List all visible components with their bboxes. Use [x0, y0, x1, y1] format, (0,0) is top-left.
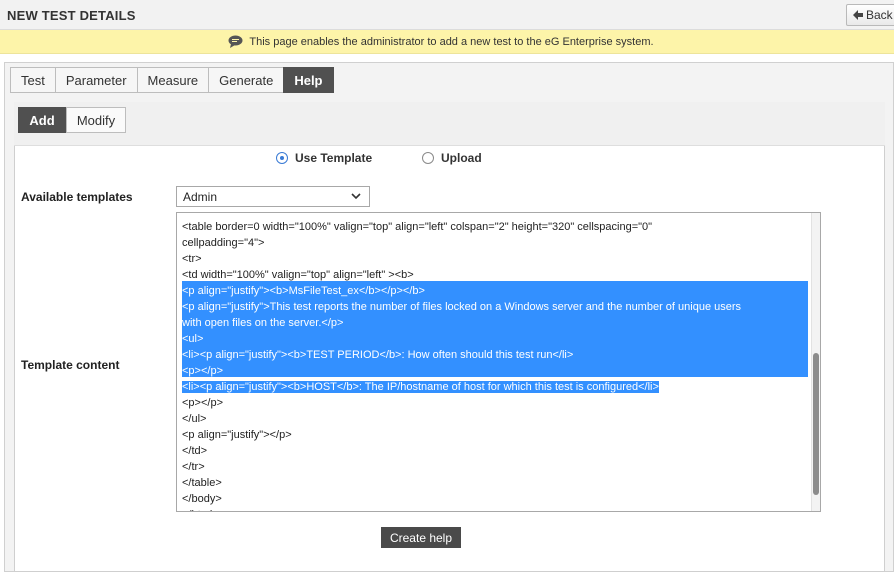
code-line: with open files on the server.</p>	[182, 315, 812, 331]
upload-label: Upload	[441, 151, 482, 165]
code-line: cellpadding="4">	[182, 235, 812, 251]
code-line-text: <p></p>	[182, 365, 223, 377]
code-line-text: <tr>	[182, 253, 202, 265]
code-line: <ul>	[182, 331, 812, 347]
subtab-modify[interactable]: Modify	[66, 107, 126, 133]
code-line: <table border=0 width="100%" valign="top…	[182, 219, 812, 235]
code-line-text: </tr>	[182, 461, 205, 473]
code-line: </ul>	[182, 411, 812, 427]
code-line-text: with open files on the server.</p>	[182, 317, 344, 329]
code-line: </html>	[182, 507, 812, 511]
tab-generate[interactable]: Generate	[208, 67, 284, 93]
tab-parameter[interactable]: Parameter	[54, 67, 137, 93]
code-line: <p></p>	[182, 363, 812, 379]
template-content-label: Template content	[21, 358, 120, 372]
code-line-text: </table>	[182, 477, 222, 489]
subtab-add[interactable]: Add	[18, 107, 66, 133]
code-line-text: cellpadding="4">	[182, 237, 265, 249]
info-message: This page enables the administrator to a…	[249, 35, 654, 48]
info-bar: This page enables the administrator to a…	[0, 30, 894, 54]
template-content-textarea[interactable]: <table border=0 width="100%" valign="top…	[176, 212, 821, 512]
speech-bubble-icon	[228, 35, 243, 48]
tab-help[interactable]: Help	[283, 67, 334, 93]
subtab-bar	[14, 102, 885, 146]
code-line-text: </ul>	[182, 413, 207, 425]
code-line-text: <p></p>	[182, 397, 223, 409]
code-line-text: <li><p align="justify"><b>TEST PERIOD</b…	[182, 349, 574, 361]
code-line-text: <p align="justify">This test reports the…	[182, 301, 742, 313]
create-help-button[interactable]: Create help	[381, 527, 461, 548]
code-line: <p align="justify"><b>MsFileTest_ex</b><…	[182, 283, 812, 299]
tab-bar: Test Parameter Measure Generate Help	[10, 67, 334, 93]
code-line: </body>	[182, 491, 812, 507]
code-line: <p align="justify"></p>	[182, 427, 812, 443]
page-title: NEW TEST DETAILS	[7, 8, 136, 23]
textarea-scrollbar[interactable]	[811, 213, 820, 511]
upload-option[interactable]: Upload	[422, 151, 482, 165]
code-line-text: </html>	[182, 509, 219, 511]
code-line: <p align="justify">This test reports the…	[182, 299, 812, 315]
code-line: </table>	[182, 475, 812, 491]
code-line: <td width="100%" valign="top" align="lef…	[182, 267, 812, 283]
upload-radio[interactable]	[422, 152, 434, 164]
use-template-label: Use Template	[295, 151, 373, 165]
tab-measure[interactable]: Measure	[136, 67, 209, 93]
template-select-value: Admin	[183, 189, 218, 204]
tab-test[interactable]: Test	[10, 67, 55, 93]
code-line: <p></p>	[182, 395, 812, 411]
code-line-text: <ul>	[182, 333, 204, 345]
back-arrow-icon	[853, 10, 863, 20]
available-templates-label: Available templates	[21, 190, 133, 204]
scroll-thumb[interactable]	[813, 353, 819, 495]
back-button-label: Back	[866, 8, 893, 22]
code-line: <li><p align="justify"><b>TEST PERIOD</b…	[182, 347, 812, 363]
back-button[interactable]: Back	[846, 4, 894, 26]
template-code: <table border=0 width="100%" valign="top…	[182, 219, 812, 511]
code-line-text: </td>	[182, 445, 208, 457]
code-line: </tr>	[182, 459, 812, 475]
use-template-radio[interactable]	[276, 152, 288, 164]
page-header: NEW TEST DETAILS Back	[0, 0, 894, 30]
code-line-text: <p align="justify"><b>MsFileTest_ex</b><…	[182, 285, 425, 297]
code-line-text: <table border=0 width="100%" valign="top…	[182, 221, 653, 233]
code-line-text: <li><p align="justify"><b>HOST</b>: The …	[182, 381, 659, 393]
use-template-option[interactable]: Use Template	[276, 151, 372, 165]
code-line: <li><p align="justify"><b>HOST</b>: The …	[182, 379, 812, 395]
code-line-text: </body>	[182, 493, 222, 505]
template-select[interactable]: Admin	[176, 186, 370, 207]
code-line: <tr>	[182, 251, 812, 267]
code-line-text: <td width="100%" valign="top" align="lef…	[182, 269, 414, 281]
code-line-text: <p align="justify"></p>	[182, 429, 292, 441]
code-line: </td>	[182, 443, 812, 459]
chevron-down-icon	[351, 193, 361, 200]
